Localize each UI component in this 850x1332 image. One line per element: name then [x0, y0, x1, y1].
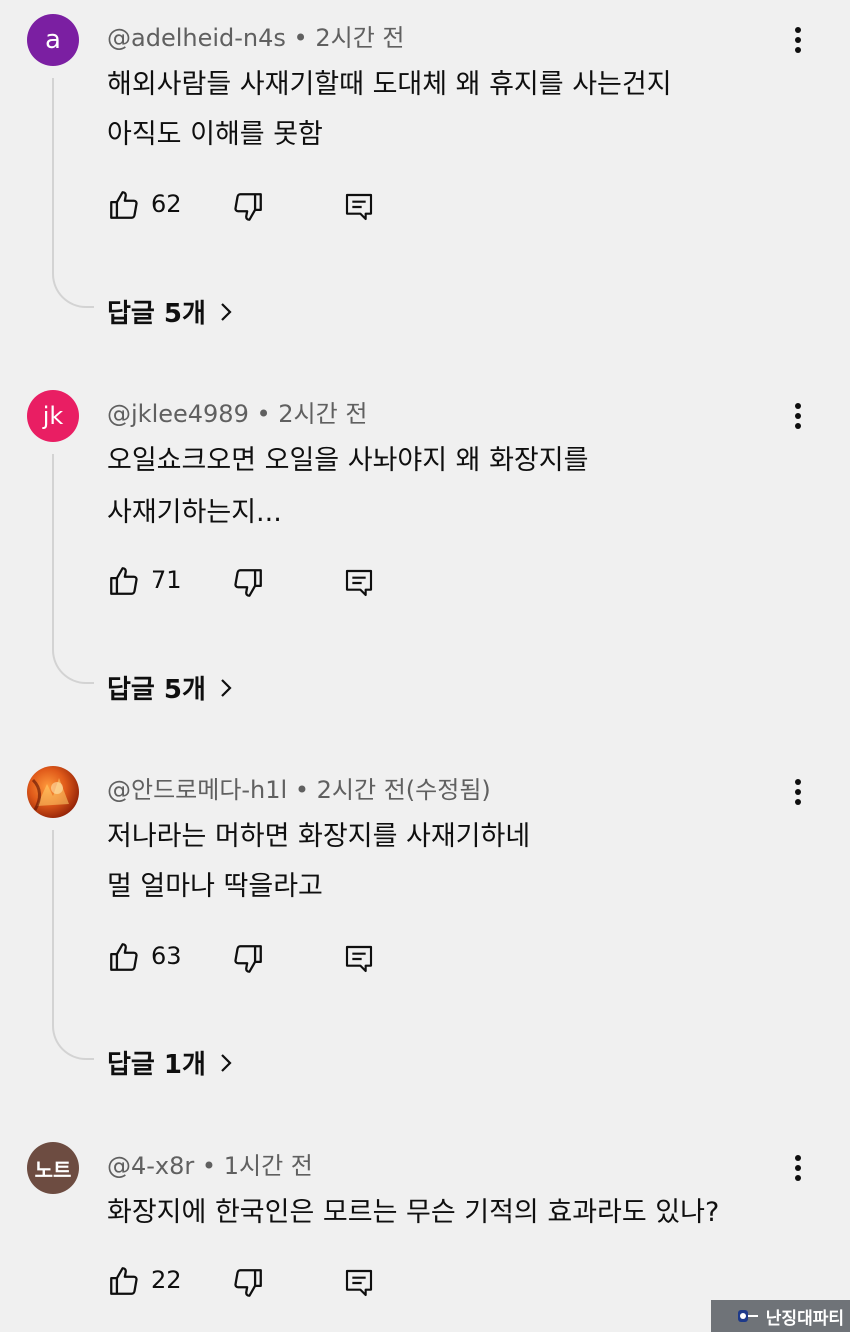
replies-count: 답글 5개 [107, 675, 206, 705]
avatar[interactable]: jk [27, 390, 79, 442]
chevron-right-icon [221, 302, 232, 321]
thumbs-down-icon[interactable] [231, 190, 265, 224]
more-vert-icon[interactable] [786, 400, 810, 432]
like-count: 63 [151, 942, 182, 970]
comment-text-line: 아직도 이해를 못함 [107, 119, 323, 150]
more-vert-icon[interactable] [786, 1152, 810, 1184]
avatar-initials: a [45, 25, 61, 55]
more-vert-icon[interactable] [786, 776, 810, 808]
view-replies-button[interactable]: 답글 5개 [107, 669, 234, 706]
comment-text-line: 저나라는 머하면 화장지를 사재기하네 [107, 821, 531, 852]
like-count: 22 [151, 1266, 182, 1294]
thumbs-up-icon[interactable] [107, 188, 141, 222]
view-replies-button[interactable]: 답글 5개 [107, 293, 234, 330]
like-count: 71 [151, 566, 182, 594]
reply-icon[interactable] [343, 190, 375, 224]
comment-text-line: 해외사람들 사재기할때 도대체 왜 휴지를 사는건지 [107, 69, 672, 100]
reply-icon[interactable] [343, 1266, 375, 1300]
thumbs-down-icon[interactable] [231, 942, 265, 976]
thread-line [52, 830, 94, 1060]
avatar-initials: jk [42, 402, 64, 430]
chevron-right-icon [221, 678, 232, 697]
meta-separator: • [294, 776, 310, 804]
comment-time: 2시간 전 [278, 400, 368, 428]
reply-icon[interactable] [343, 566, 375, 600]
chevron-right-icon [221, 1053, 232, 1072]
meta-separator: • [256, 400, 271, 428]
thumbs-up-icon[interactable] [107, 564, 141, 598]
replies-count: 답글 1개 [107, 1050, 206, 1080]
comment-time: 1시간 전 [223, 1152, 313, 1180]
author-name[interactable]: @4-x8r [107, 1152, 194, 1180]
thread-line [52, 454, 94, 684]
watermark-logo-icon [737, 1310, 758, 1322]
reply-icon[interactable] [343, 942, 375, 976]
author-name[interactable]: @안드로메다-h1l [107, 776, 287, 804]
comment-time: 2시간 전(수정됨) [316, 776, 491, 804]
more-vert-icon[interactable] [786, 24, 810, 56]
like-count: 62 [151, 190, 182, 218]
watermark: 난징대파티 [711, 1300, 850, 1332]
comment-meta: @adelheid-n4s • 2시간 전 [107, 18, 404, 53]
comment-meta: @안드로메다-h1l • 2시간 전(수정됨) [107, 770, 491, 805]
replies-count: 답글 5개 [107, 299, 206, 329]
avatar[interactable] [27, 766, 79, 818]
avatar-image-icon [31, 778, 69, 811]
comment-text-line: 사재기하는지... [107, 497, 282, 528]
thread-line [52, 78, 94, 308]
comment-text-line: 멀 얼마나 딱을라고 [107, 871, 323, 902]
thumbs-up-icon[interactable] [107, 1264, 141, 1298]
meta-separator: • [293, 24, 308, 52]
thumbs-up-icon[interactable] [107, 940, 141, 974]
comment-meta: @4-x8r • 1시간 전 [107, 1146, 313, 1181]
avatar-initials: 노트 [34, 1157, 72, 1182]
avatar[interactable]: a [27, 14, 79, 66]
comment-text-line: 오일쇼크오면 오일을 사놔야지 왜 화장지를 [107, 445, 589, 476]
thumbs-down-icon[interactable] [231, 1266, 265, 1300]
watermark-text: 난징대파티 [765, 1308, 844, 1329]
view-replies-button[interactable]: 답글 1개 [107, 1044, 234, 1081]
comment-time: 2시간 전 [315, 24, 405, 52]
thumbs-down-icon[interactable] [231, 566, 265, 600]
author-name[interactable]: @jklee4989 [107, 400, 249, 428]
comment-text-line: 화장지에 한국인은 모르는 무슨 기적의 효과라도 있나? [107, 1197, 720, 1228]
comment-meta: @jklee4989 • 2시간 전 [107, 394, 367, 429]
author-name[interactable]: @adelheid-n4s [107, 24, 286, 52]
meta-separator: • [201, 1152, 217, 1180]
avatar[interactable]: 노트 [27, 1142, 79, 1194]
